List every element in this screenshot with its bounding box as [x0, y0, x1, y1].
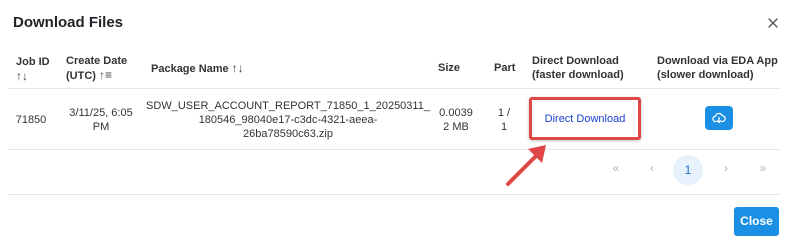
- close-icon[interactable]: [765, 15, 781, 31]
- header-job-id[interactable]: Job ID ↑↓: [16, 55, 50, 83]
- header-divider: [8, 88, 780, 89]
- dialog-title: Download Files: [13, 14, 124, 31]
- cell-part-line1: 1 /: [497, 107, 511, 119]
- header-eda-download: Download via EDA App (slower download): [657, 54, 778, 82]
- pagination-page-1[interactable]: 1: [673, 155, 703, 185]
- close-button[interactable]: Close: [734, 207, 779, 236]
- row-divider: [8, 149, 780, 150]
- cell-date-line1: 3/11/25, 6:05: [69, 107, 133, 119]
- cell-date-line2: PM: [92, 121, 110, 133]
- header-eda-line2: (slower download): [657, 69, 754, 81]
- cell-part-line2: 1: [500, 121, 508, 133]
- header-direct-line2: (faster download): [532, 69, 624, 81]
- header-create-date-label: Create Date: [66, 55, 128, 67]
- cell-package-line1: SDW_USER_ACCOUNT_REPORT_71850_1_20250311…: [146, 100, 430, 112]
- sort-icon[interactable]: ↑↓: [232, 61, 244, 75]
- cell-package-line3: 26ba78590c63.zip: [243, 128, 333, 140]
- header-direct-download: Direct Download (faster download): [532, 54, 624, 82]
- header-direct-line1: Direct Download: [532, 55, 619, 67]
- cell-part: 1 / 1: [491, 106, 517, 134]
- header-eda-line1: Download via EDA App: [657, 55, 778, 67]
- cell-size-line2: 2 MB: [443, 121, 469, 133]
- header-size: Size: [438, 62, 461, 74]
- pagination-next-button[interactable]: ›: [716, 161, 736, 175]
- footer-divider: [8, 194, 780, 195]
- cell-job-id: 71850: [15, 114, 47, 126]
- header-create-date[interactable]: Create Date (UTC) ↑≡: [66, 54, 127, 83]
- sort-ascending-icon[interactable]: ↑≡: [99, 68, 112, 82]
- pagination-first-button[interactable]: «: [606, 161, 626, 175]
- header-package-name[interactable]: Package Name ↑↓: [151, 61, 244, 76]
- cell-create-date: 3/11/25, 6:05 PM: [61, 106, 141, 134]
- eda-download-button[interactable]: [705, 106, 733, 130]
- header-create-date-sub: (UTC) ↑≡: [66, 68, 127, 83]
- cell-size-line1: 0.0039: [439, 107, 473, 119]
- cell-size: 0.0039 2 MB: [435, 106, 477, 134]
- header-create-date-utc: (UTC): [66, 70, 96, 82]
- sort-icon[interactable]: ↑↓: [16, 69, 50, 83]
- header-part: Part: [494, 62, 516, 74]
- annotation-arrow-icon: [506, 145, 546, 186]
- direct-download-link[interactable]: Direct Download: [532, 113, 638, 125]
- header-package-name-label: Package Name: [151, 63, 229, 75]
- cloud-download-icon: [712, 112, 726, 124]
- pagination-prev-button[interactable]: ‹: [642, 161, 662, 175]
- pagination-last-button[interactable]: »: [753, 161, 773, 175]
- cell-package-name: SDW_USER_ACCOUNT_REPORT_71850_1_20250311…: [143, 99, 433, 141]
- download-files-dialog: Download Files Job ID ↑↓ Create Date (UT…: [0, 0, 798, 243]
- header-job-id-label: Job ID: [16, 56, 50, 68]
- cell-package-line2: 180546_98040e17-c3dc-4321-aeea-: [198, 114, 378, 126]
- direct-download-highlight: Direct Download: [529, 97, 641, 140]
